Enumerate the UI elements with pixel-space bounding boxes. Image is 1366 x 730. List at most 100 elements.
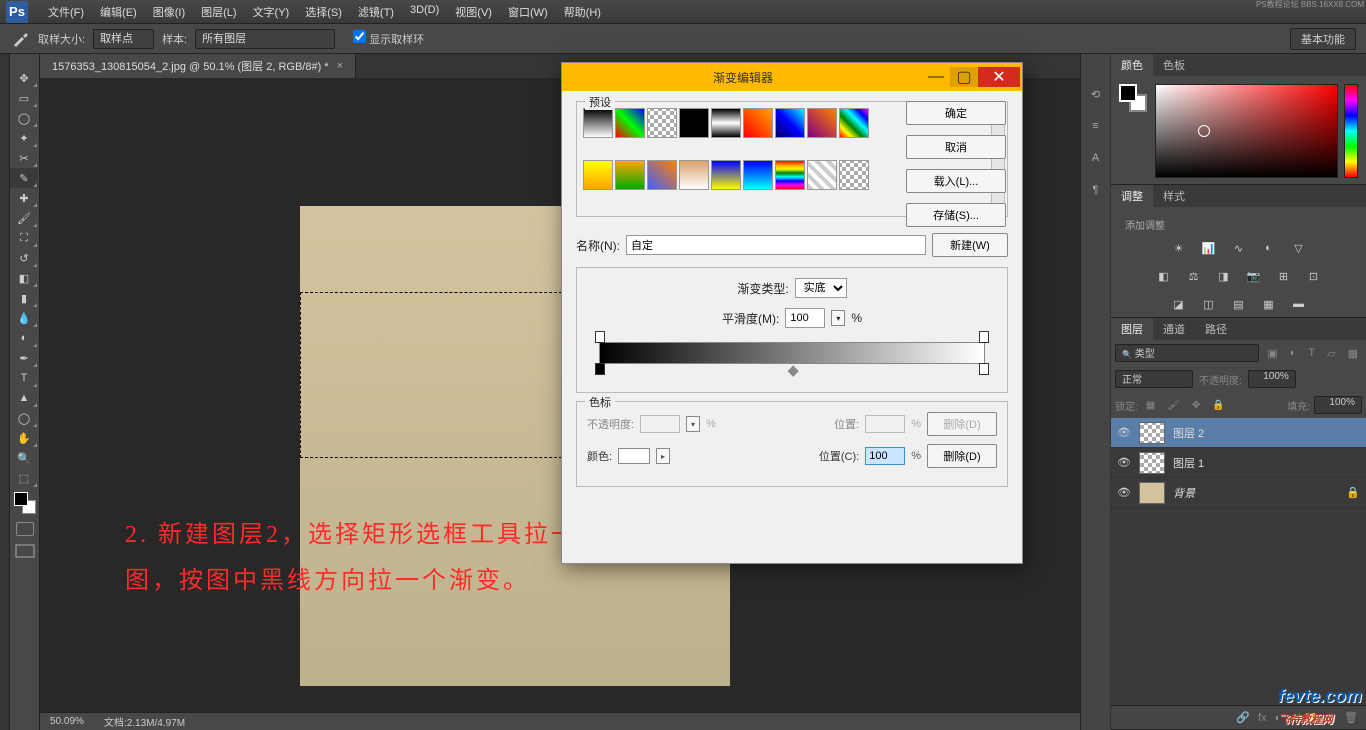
zoom-display[interactable]: 50.09% bbox=[50, 716, 84, 727]
ok-button[interactable]: 确定 bbox=[906, 101, 1006, 125]
filter-adjust-icon[interactable]: ◐ bbox=[1286, 347, 1301, 359]
load-button[interactable]: 载入(L)... bbox=[906, 169, 1006, 193]
tab-channels[interactable]: 通道 bbox=[1153, 318, 1195, 340]
gradient-preset[interactable] bbox=[679, 108, 709, 138]
color-swatches[interactable] bbox=[1119, 84, 1149, 176]
blend-mode-select[interactable]: 正常 bbox=[1115, 370, 1193, 388]
name-input[interactable] bbox=[626, 235, 926, 255]
layer-row[interactable]: 👁 图层 2 bbox=[1111, 418, 1366, 448]
wand-tool[interactable]: ✦ bbox=[10, 128, 38, 148]
visibility-icon[interactable]: 👁 bbox=[1117, 486, 1131, 499]
threshold-icon[interactable]: ▤ bbox=[1230, 296, 1248, 312]
lock-all-icon[interactable]: 🔒 bbox=[1208, 400, 1228, 411]
foreground-background-colors[interactable] bbox=[14, 492, 36, 514]
gradient-map-icon[interactable]: ▬ bbox=[1290, 296, 1308, 312]
workspace-switcher[interactable]: 基本功能 bbox=[1290, 28, 1356, 50]
lock-pixels-icon[interactable]: 🖌 bbox=[1163, 400, 1184, 411]
posterize-icon[interactable]: ◫ bbox=[1200, 296, 1218, 312]
marquee-tool[interactable]: ▭ bbox=[10, 88, 38, 108]
curves-icon[interactable]: ∿ bbox=[1230, 240, 1248, 256]
layer-row[interactable]: 👁 背景 🔒 bbox=[1111, 478, 1366, 508]
gradient-preset[interactable] bbox=[743, 160, 773, 190]
photo-filter-icon[interactable]: 📷 bbox=[1245, 268, 1263, 284]
gradient-preset[interactable] bbox=[647, 108, 677, 138]
filter-image-icon[interactable]: ▣ bbox=[1263, 347, 1281, 360]
close-icon[interactable]: ✕ bbox=[978, 67, 1020, 87]
color-field[interactable] bbox=[1155, 84, 1338, 178]
layer-thumbnail[interactable] bbox=[1139, 452, 1165, 474]
selective-icon[interactable]: ▦ bbox=[1260, 296, 1278, 312]
menu-item[interactable]: 帮助(H) bbox=[556, 4, 609, 20]
filter-smart-icon[interactable]: ▦ bbox=[1344, 347, 1362, 360]
gradient-preset[interactable] bbox=[775, 108, 805, 138]
blur-tool[interactable]: 💧 bbox=[10, 308, 38, 328]
brightness-icon[interactable]: ☀ bbox=[1170, 240, 1188, 256]
type-tool[interactable]: T bbox=[10, 368, 38, 388]
tab-swatches[interactable]: 色板 bbox=[1153, 54, 1195, 76]
crop-tool[interactable]: ✂ bbox=[10, 148, 38, 168]
lock-position-icon[interactable]: ✥ bbox=[1188, 400, 1204, 411]
menu-item[interactable]: 视图(V) bbox=[447, 4, 500, 20]
gradient-preset[interactable] bbox=[839, 108, 869, 138]
close-icon[interactable]: × bbox=[337, 60, 343, 72]
move-tool[interactable]: ✥ bbox=[10, 68, 38, 88]
lasso-tool[interactable]: ◯ bbox=[10, 108, 38, 128]
hand-tool[interactable]: ✋ bbox=[10, 428, 38, 448]
gradient-preset[interactable] bbox=[775, 160, 805, 190]
stamp-tool[interactable]: ⛶ bbox=[10, 228, 38, 248]
opacity-stop-left[interactable] bbox=[595, 331, 605, 343]
chevron-down-icon[interactable]: ▾ bbox=[831, 310, 845, 326]
gradient-preset[interactable] bbox=[711, 108, 741, 138]
menu-item[interactable]: 图层(L) bbox=[193, 4, 244, 20]
menu-item[interactable]: 编辑(E) bbox=[92, 4, 145, 20]
menu-item[interactable]: 文件(F) bbox=[40, 4, 92, 20]
gradient-bar[interactable] bbox=[591, 342, 993, 364]
menu-item[interactable]: 图像(I) bbox=[145, 4, 193, 20]
show-ring-checkbox[interactable]: 显示取样环 bbox=[353, 30, 424, 47]
gradient-preset[interactable] bbox=[839, 160, 869, 190]
pen-tool[interactable]: ✒ bbox=[10, 348, 38, 368]
eyedropper-tool[interactable]: ✎ bbox=[10, 168, 38, 188]
tab-adjustments[interactable]: 调整 bbox=[1111, 185, 1153, 207]
quick-mask-toggle[interactable] bbox=[16, 522, 34, 536]
color-stop-right[interactable] bbox=[979, 363, 989, 375]
invert-icon[interactable]: ◪ bbox=[1170, 296, 1188, 312]
menu-item[interactable]: 窗口(W) bbox=[500, 4, 556, 20]
hue-slider[interactable] bbox=[1344, 84, 1358, 178]
tab-paths[interactable]: 路径 bbox=[1195, 318, 1237, 340]
opacity-input[interactable]: 100% bbox=[1248, 370, 1296, 388]
minimize-icon[interactable]: — bbox=[922, 67, 950, 87]
fill-input[interactable]: 100% bbox=[1314, 396, 1362, 414]
properties-icon[interactable]: ≡ bbox=[1086, 116, 1106, 136]
layer-thumbnail[interactable] bbox=[1139, 482, 1165, 504]
vibrance-icon[interactable]: ▽ bbox=[1290, 240, 1308, 256]
dodge-tool[interactable]: ◐ bbox=[10, 328, 38, 348]
3d-tool[interactable]: ⬚ bbox=[10, 468, 38, 488]
history-brush-tool[interactable]: ↺ bbox=[10, 248, 38, 268]
shape-tool[interactable]: ◯ bbox=[10, 408, 38, 428]
exposure-icon[interactable]: ◐ bbox=[1260, 240, 1278, 256]
zoom-tool[interactable]: 🔍 bbox=[10, 448, 38, 468]
dialog-titlebar[interactable]: 渐变编辑器 — ▢ ✕ bbox=[562, 63, 1022, 91]
gradient-preset[interactable] bbox=[647, 160, 677, 190]
brush-tool[interactable]: 🖌 bbox=[10, 208, 38, 228]
screen-mode-button[interactable] bbox=[15, 544, 35, 558]
opacity-stop-right[interactable] bbox=[979, 331, 989, 343]
tab-color[interactable]: 颜色 bbox=[1111, 54, 1153, 76]
gradient-preset[interactable] bbox=[615, 160, 645, 190]
filter-type-icon[interactable]: T bbox=[1304, 347, 1319, 359]
visibility-icon[interactable]: 👁 bbox=[1117, 456, 1131, 469]
lock-transparent-icon[interactable]: ▦ bbox=[1142, 400, 1159, 411]
gradient-tool[interactable]: ▮ bbox=[10, 288, 38, 308]
eraser-tool[interactable]: ◧ bbox=[10, 268, 38, 288]
maximize-icon[interactable]: ▢ bbox=[950, 67, 978, 87]
color-stop-left[interactable] bbox=[595, 363, 605, 375]
visibility-icon[interactable]: 👁 bbox=[1117, 426, 1131, 439]
sample-size-select[interactable]: 取样点 bbox=[93, 29, 154, 49]
tab-layers[interactable]: 图层 bbox=[1111, 318, 1153, 340]
hue-icon[interactable]: ◧ bbox=[1155, 268, 1173, 284]
gradient-preset[interactable] bbox=[583, 160, 613, 190]
mixer-icon[interactable]: ⊞ bbox=[1275, 268, 1293, 284]
gradient-type-select[interactable]: 实底 bbox=[795, 278, 847, 298]
gradient-preset[interactable] bbox=[711, 160, 741, 190]
